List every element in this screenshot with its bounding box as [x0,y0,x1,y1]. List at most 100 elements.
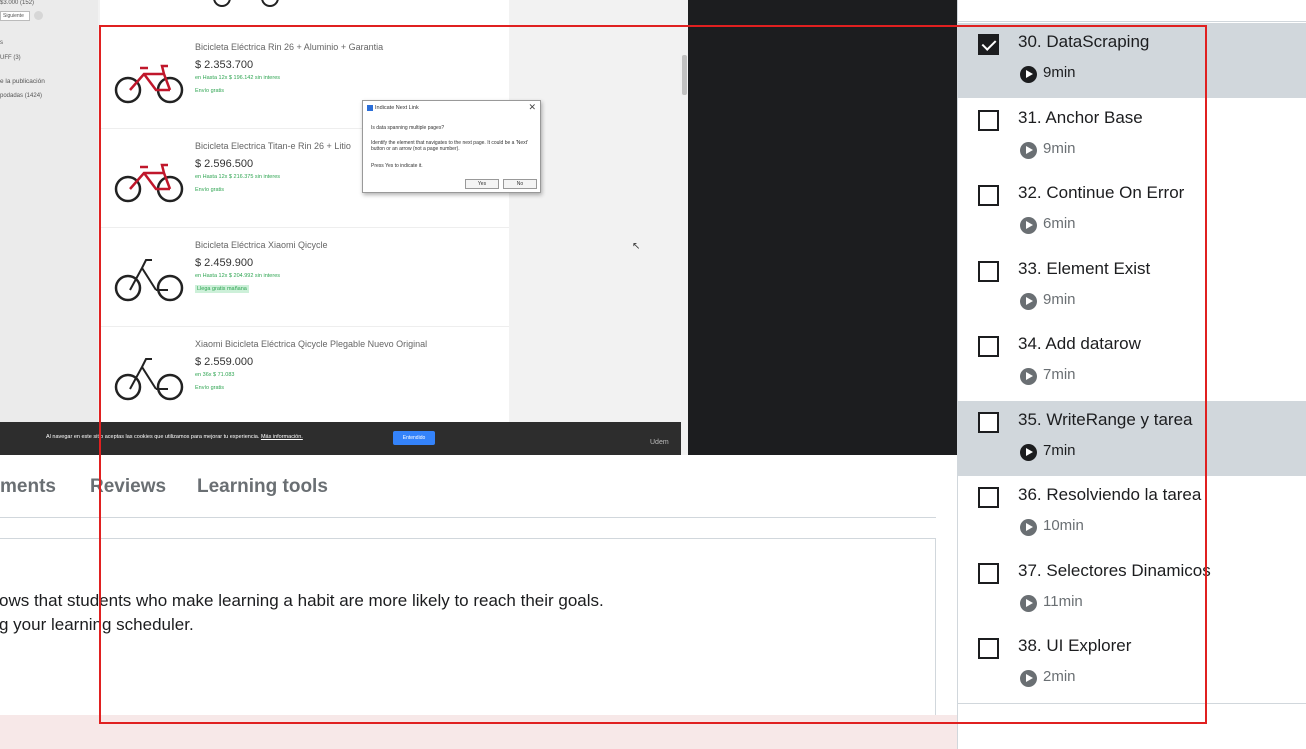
lecture-item[interactable]: 32. Continue On Error 6min [958,174,1306,249]
lecture-checkbox[interactable] [978,185,999,206]
filter-circle-icon [34,11,43,20]
play-icon [1020,141,1037,159]
play-icon [1020,670,1037,687]
lecture-duration: 11min [1043,592,1083,610]
tab-announcements[interactable]: ments [0,476,56,498]
uipath-logo-icon [367,105,373,111]
dialog-title: Indicate Next Link [375,105,419,111]
lecture-title[interactable]: 38. UI Explorer [1018,636,1131,656]
item-installments: en Hasta 12x $ 196.142 sin interes [195,75,281,81]
video-player[interactable]: $3.000 (152) Siguiente s UFF (3) e la pu… [0,0,957,455]
tab-reviews[interactable]: Reviews [90,476,166,498]
play-icon [1020,519,1037,536]
lecture-duration: 9min [1043,64,1076,81]
lecture-duration: 9min [1043,290,1076,308]
lecture-checkbox[interactable] [978,411,999,433]
filter-section: e la publicación [0,78,45,85]
bike-image [213,0,279,7]
bike-image [114,163,184,203]
lecture-title[interactable]: 30. DataScraping [1018,32,1149,52]
play-icon [1020,594,1037,612]
lecture-title[interactable]: 35. WriteRange y tarea [1018,410,1193,430]
cookie-banner: Al navegar en este sitio aceptas las coo… [0,422,681,455]
item-price: $ 2.459.900 [195,257,254,269]
lecture-duration: 10min [1043,517,1084,534]
item-price: $ 2.596.500 [195,158,254,170]
item-price: $ 2.353.700 [195,59,254,71]
item-title: Bicicleta Eléctrica Xiaomi Qicycle [195,240,328,250]
lecture-checkbox[interactable] [978,260,999,282]
lecture-item[interactable]: 35. WriteRange y tarea 7min [958,400,1306,476]
filter-option: UFF (3) [0,55,21,61]
cookie-text: Al navegar en este sitio aceptas las coo… [46,434,303,440]
bike-image [114,259,184,302]
reminder-text-2: g your learning scheduler. [0,615,194,634]
tab-learning-tools[interactable]: Learning tools [197,476,328,498]
item-title: Bicicleta Eléctrica Rin 26 + Aluminio + … [195,42,384,52]
item-price: $ 2.559.000 [195,356,254,368]
filter-group-label: s [0,40,3,46]
lecture-duration: 7min [1043,441,1076,459]
lecture-item[interactable]: 31. Anchor Base 9min [958,99,1306,174]
lecture-title[interactable]: 31. Anchor Base [1018,108,1143,128]
lecture-title[interactable]: 32. Continue On Error [1018,183,1184,203]
bike-image [114,358,184,401]
play-icon [1020,443,1037,461]
learning-reminder-card: ows that students who make learning a ha… [0,538,936,728]
lecture-title[interactable]: 37. Selectores Dinamicos [1018,561,1211,581]
lecture-checkbox[interactable] [978,109,999,131]
video-frame: $3.000 (152) Siguiente s UFF (3) e la pu… [0,0,688,455]
item-installments: en Hasta 12x $ 216.375 sin interes [195,174,281,180]
lecture-item[interactable]: 33. Element Exist 9min [958,250,1306,325]
reminder-text-1: ows that students who make learning a ha… [0,591,604,610]
course-content-sidebar: 30. DataScraping 9min 31. Anchor Base 9min 3… [957,0,1306,749]
item-installments: en Hasta 12x $ 204.992 sin interes [195,273,281,279]
listing-item: Bicicleta Eléctrica Xiaomi Qicycle $ 2.45… [100,228,509,327]
item-title: Xiaomi Bicicleta Eléctrica Qicycle Plega… [195,339,428,349]
item-installments: en 36x $ 71.083 [195,372,235,378]
play-icon [1020,368,1037,385]
item-title: Bicicleta Electrica Titan-e Rin 26 + Lit… [195,141,351,151]
footer-strip [0,715,957,749]
lecture-title[interactable]: 36. Resolviendo la tarea [1018,485,1201,505]
lecture-item[interactable]: 30. DataScraping 9min [958,23,1306,98]
play-icon [1020,66,1037,83]
play-icon [1020,217,1037,234]
dialog-description: Identify the element that navigates to t… [371,140,529,152]
lecture-duration: 6min [1043,215,1076,232]
lecture-checkbox[interactable] [978,638,999,659]
item-shipping: Llega gratis mañana [195,285,249,293]
lecture-duration: 9min [1043,139,1076,157]
lecture-item[interactable]: 34. Add datarow 7min [958,325,1306,400]
sidebar-header-divider [958,0,1306,22]
page-scrollbar-thumb[interactable] [682,55,687,95]
sidebar-footer [958,703,1306,749]
lecture-checkbox[interactable] [978,487,999,508]
item-shipping: Envío gratis [195,187,225,193]
close-icon: ✕ [528,102,536,112]
lecture-title[interactable]: 33. Element Exist [1018,259,1150,279]
lecture-item[interactable]: 37. Selectores Dinamicos 11min [958,552,1306,627]
lecture-title[interactable]: 34. Add datarow [1018,334,1141,354]
udemy-watermark: Udem [650,439,669,446]
lecture-item[interactable]: 38. UI Explorer 2min [958,627,1306,702]
no-button: No [503,179,537,189]
lecture-item[interactable]: 36. Resolviendo la tarea 10min [958,476,1306,551]
listing-item: Xiaomi Bicicleta Eléctrica Qicycle Plega… [100,327,509,426]
play-icon [1020,292,1037,310]
price-range-filter: $3.000 (152) [0,0,35,6]
item-shipping: Envío gratis [195,385,225,391]
lecture-duration: 7min [1043,366,1076,383]
dialog-question: Is data spanning multiple pages? [371,125,445,131]
item-shipping: Envío gratis [195,88,225,94]
lecture-checkbox[interactable] [978,336,999,357]
indicate-next-link-dialog: Indicate Next Link ✕ Is data spanning mu… [362,100,541,193]
lecture-checkbox[interactable] [978,562,999,584]
lecture-duration: 2min [1043,668,1076,685]
search-button: Siguiente [0,11,30,21]
lecture-checkbox[interactable] [978,34,999,55]
filter-option-2: podadas (1424) [0,93,43,99]
mouse-cursor-icon: ↖ [632,241,641,252]
cookie-accept-button: Entendido [393,431,435,445]
bike-image [114,64,184,104]
